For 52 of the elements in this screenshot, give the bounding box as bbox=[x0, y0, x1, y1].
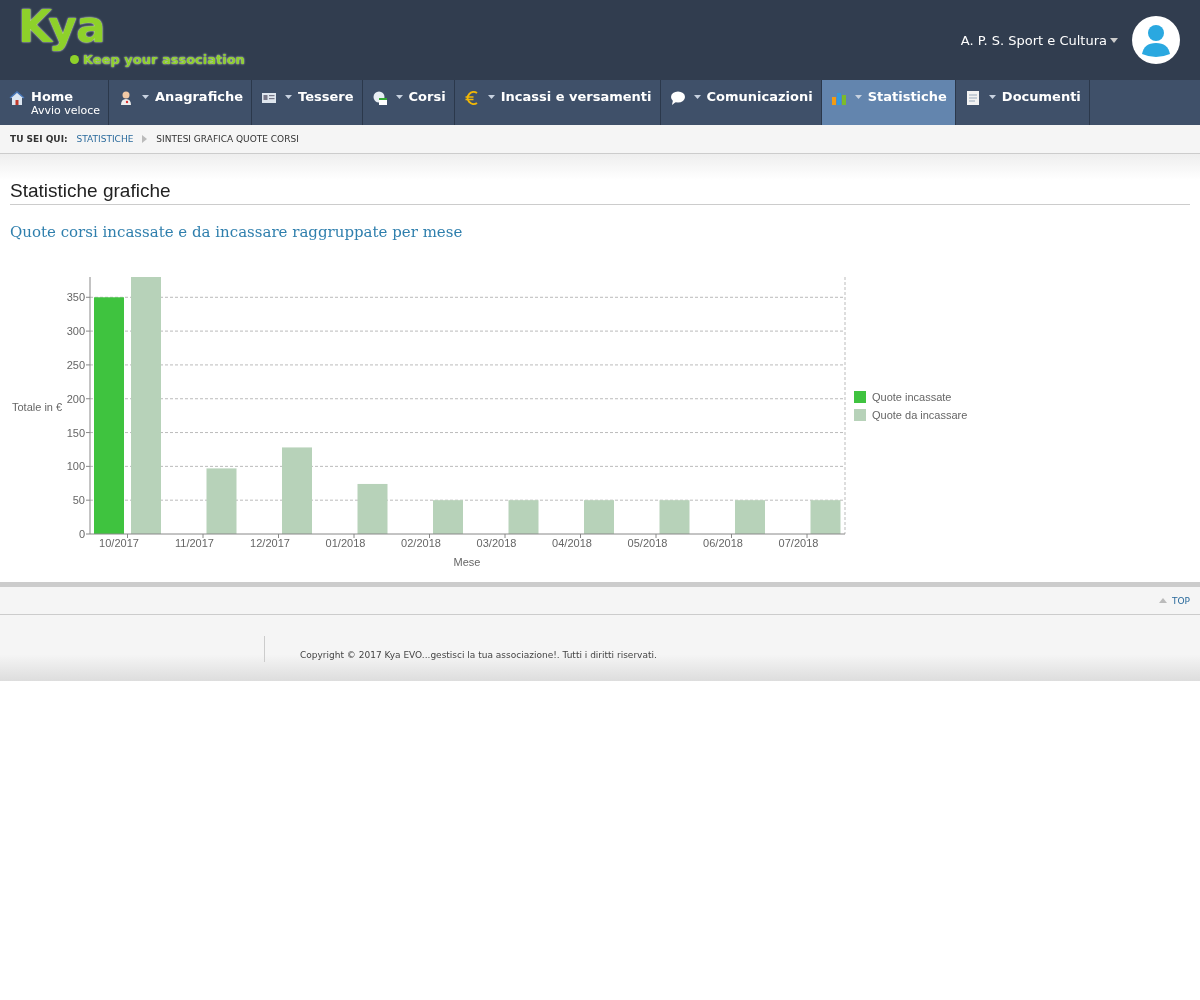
x-tick-label: 01/2018 bbox=[325, 537, 366, 549]
bar bbox=[508, 500, 539, 534]
id-card-icon bbox=[261, 90, 278, 106]
x-tick-label: 02/2018 bbox=[401, 537, 441, 549]
euro-icon bbox=[463, 90, 480, 106]
y-tick-label: 100 bbox=[66, 460, 85, 473]
bar bbox=[735, 500, 765, 534]
copyright-text: Copyright © 2017 Kya EVO...gestisci la tua associazione!. Tutti i diritti riservati. bbox=[300, 650, 657, 660]
x-tick-label: 03/2018 bbox=[476, 537, 517, 549]
chevron-icon bbox=[142, 135, 148, 143]
page-title: Statistiche grafiche bbox=[10, 180, 1190, 205]
bar bbox=[357, 483, 388, 534]
up-arrow-icon bbox=[1159, 598, 1167, 603]
user-menu[interactable]: A. P. S. Sport e Cultura bbox=[960, 32, 1118, 48]
bar bbox=[810, 500, 841, 534]
x-tick-label: 04/2018 bbox=[552, 537, 592, 549]
logo-tagline: Keep your association bbox=[70, 52, 258, 67]
home-icon bbox=[9, 90, 25, 106]
legend-label: Quote da incassare bbox=[872, 409, 968, 421]
x-tick-label: 05/2018 bbox=[627, 537, 668, 549]
bar-chart-icon bbox=[830, 90, 847, 106]
x-tick-label: 11/2017 bbox=[175, 537, 214, 549]
x-axis-title: Mese bbox=[453, 556, 481, 568]
calendar-icon bbox=[371, 90, 388, 106]
caret-icon bbox=[1110, 37, 1118, 43]
y-tick-label: 350 bbox=[66, 291, 85, 304]
y-axis-title: Totale in € bbox=[12, 401, 63, 413]
bar bbox=[433, 500, 463, 534]
y-tick-label: 200 bbox=[66, 392, 85, 405]
bar bbox=[659, 500, 690, 534]
bar bbox=[206, 468, 237, 534]
y-tick-label: 50 bbox=[72, 494, 85, 507]
breadcrumb-label: TU SEI QUI: bbox=[10, 134, 68, 144]
document-icon bbox=[964, 90, 981, 106]
y-tick-label: 300 bbox=[66, 325, 85, 338]
x-tick-label: 07/2018 bbox=[778, 537, 819, 549]
logo-title[interactable]: Kya bbox=[18, 2, 105, 52]
top-link[interactable]: TOP bbox=[1172, 595, 1190, 606]
avatar-icon[interactable] bbox=[1132, 16, 1180, 64]
legend-label: Quote incassate bbox=[872, 391, 952, 403]
y-tick-label: 0 bbox=[78, 528, 85, 540]
breadcrumb-link[interactable]: STATISTICHE bbox=[76, 134, 134, 144]
y-tick-label: 250 bbox=[66, 358, 85, 371]
breadcrumb-current: SINTESI GRAFICA QUOTE CORSI bbox=[156, 134, 299, 144]
y-tick-label: 150 bbox=[66, 426, 85, 439]
x-tick-label: 12/2017 bbox=[250, 537, 290, 549]
nav-tab[interactable]: Statistiche bbox=[821, 80, 956, 125]
bar bbox=[584, 500, 614, 534]
x-tick-label: 06/2018 bbox=[703, 537, 743, 549]
x-tick-label: 10/2017 bbox=[99, 537, 139, 549]
page-subtitle: Quote corsi incassate e da incassare raggruppate per mese bbox=[10, 223, 464, 241]
speech-bubble-icon bbox=[669, 90, 686, 106]
